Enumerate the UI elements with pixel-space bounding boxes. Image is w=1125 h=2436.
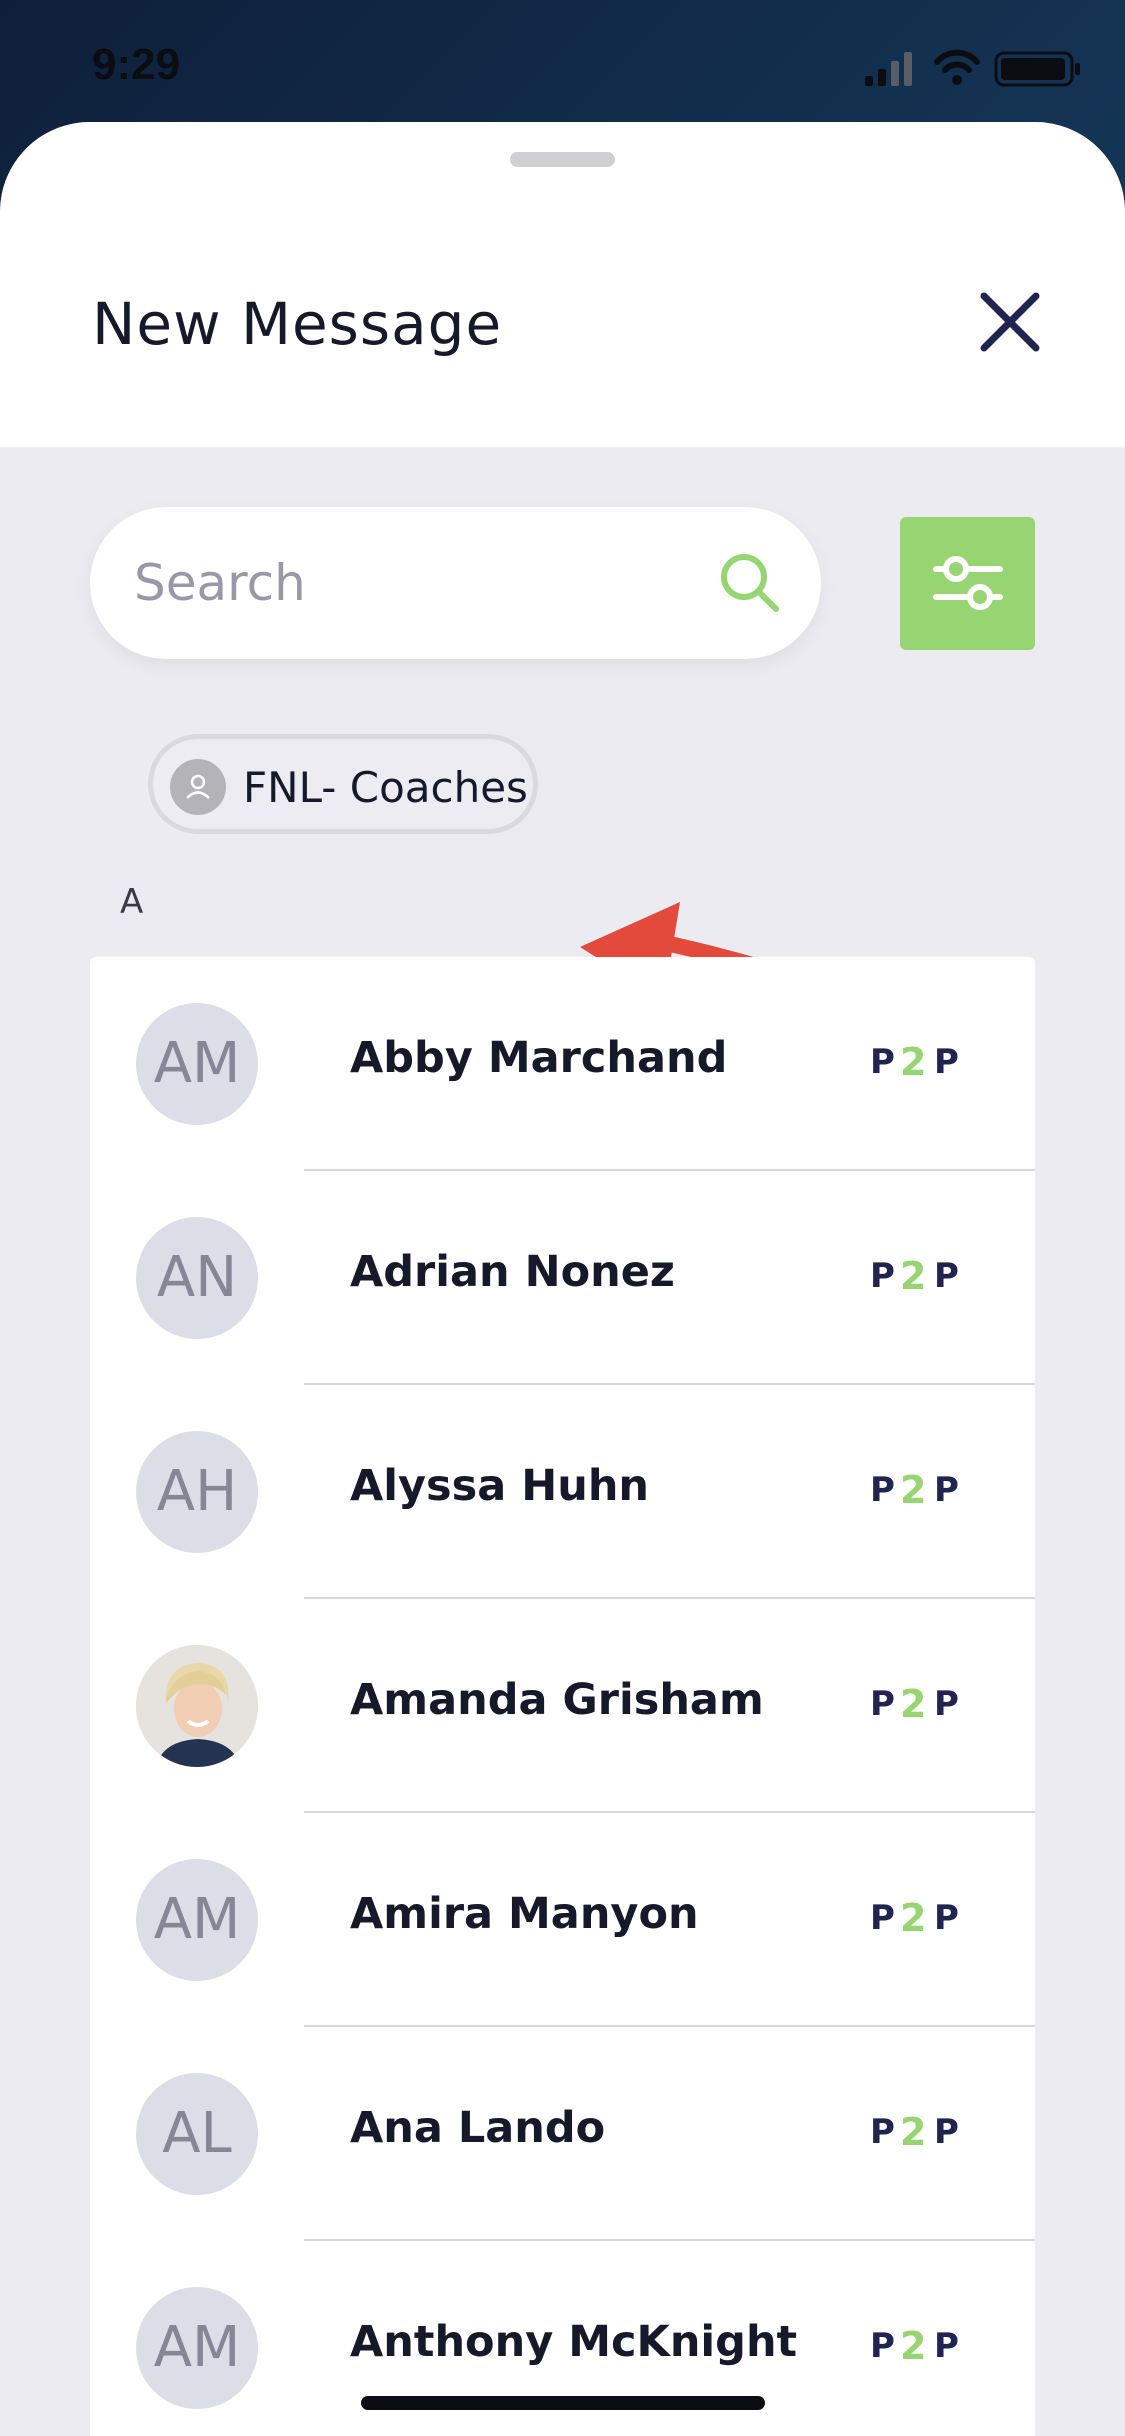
p2p-logo-icon: P 2 P: [870, 1040, 959, 1084]
search-input[interactable]: [134, 543, 694, 623]
home-indicator[interactable]: [361, 2396, 765, 2410]
contact-name: Anthony McKnight: [350, 2317, 798, 2367]
search-box[interactable]: [90, 507, 821, 659]
svg-text:P: P: [870, 1256, 895, 1296]
contact-name: Amanda Grisham: [350, 1675, 764, 1725]
svg-text:P: P: [934, 2112, 959, 2152]
battery-icon: [994, 51, 1080, 87]
list-item[interactable]: AM Amira Manyon P 2 P: [90, 1813, 1035, 2027]
p2p-logo-icon: P 2 P: [870, 2324, 959, 2368]
avatar: AM: [136, 2287, 258, 2409]
section-header-letter: A: [120, 882, 144, 922]
contact-list: AM Abby Marchand P 2 P AN Adrian Nonez P…: [90, 957, 1035, 2436]
list-item[interactable]: AL Ana Lando P 2 P: [90, 2027, 1035, 2241]
contact-name: Adrian Nonez: [350, 1247, 675, 1297]
contact-name: Alyssa Huhn: [350, 1461, 650, 1511]
svg-text:2: 2: [900, 2324, 926, 2368]
svg-text:P: P: [870, 2112, 895, 2152]
new-message-sheet: New Message Search FNL- Coaches A AM Abb…: [0, 122, 1125, 2436]
svg-text:P: P: [934, 1470, 959, 1510]
avatar: AL: [136, 2073, 258, 2195]
cellular-signal-icon: [865, 52, 912, 86]
svg-text:P: P: [934, 1898, 959, 1938]
svg-text:2: 2: [900, 1040, 926, 1084]
p2p-logo-icon: P 2 P: [870, 1254, 959, 1298]
status-icons: [865, 48, 1085, 88]
sheet-grabber[interactable]: [510, 152, 615, 167]
svg-text:2: 2: [900, 1896, 926, 1940]
person-icon: [170, 759, 226, 815]
profile-photo: [136, 1645, 258, 1767]
avatar: AM: [136, 1859, 258, 1981]
svg-text:P: P: [934, 1042, 959, 1082]
avatar-initials: AH: [156, 1459, 238, 1524]
p2p-logo-icon: P 2 P: [870, 1896, 959, 1940]
close-icon: [980, 292, 1040, 352]
filter-button[interactable]: [900, 517, 1035, 650]
avatar-initials: AL: [162, 2101, 232, 2166]
wifi-icon: [934, 49, 980, 85]
contact-name: Abby Marchand: [350, 1033, 728, 1083]
recipient-chip-label: FNL- Coaches: [243, 763, 528, 812]
search-icon[interactable]: [718, 551, 782, 615]
svg-text:P: P: [870, 1684, 895, 1724]
avatar-initials: AN: [156, 1245, 238, 1310]
close-button[interactable]: [974, 286, 1046, 358]
sheet-header: New Message: [0, 122, 1125, 447]
contact-name: Amira Manyon: [350, 1889, 699, 1939]
avatar: AM: [136, 1003, 258, 1125]
avatar-photo: [136, 1645, 258, 1767]
svg-text:P: P: [870, 1042, 895, 1082]
svg-text:2: 2: [900, 1468, 926, 1512]
status-time: 9:29: [92, 40, 181, 89]
svg-text:2: 2: [900, 2110, 926, 2154]
avatar-initials: AM: [153, 1031, 241, 1096]
list-item[interactable]: Amanda Grisham P 2 P: [90, 1599, 1035, 1813]
recipient-chip[interactable]: FNL- Coaches: [148, 734, 538, 834]
svg-text:P: P: [934, 1684, 959, 1724]
svg-text:P: P: [934, 1256, 959, 1296]
list-item[interactable]: AM Abby Marchand P 2 P: [90, 957, 1035, 1171]
p2p-logo-icon: P 2 P: [870, 1682, 959, 1726]
svg-text:P: P: [870, 2326, 895, 2366]
list-item[interactable]: AN Adrian Nonez P 2 P: [90, 1171, 1035, 1385]
svg-text:P: P: [870, 1470, 895, 1510]
contact-name: Ana Lando: [350, 2103, 606, 2153]
list-item[interactable]: AH Alyssa Huhn P 2 P: [90, 1385, 1035, 1599]
avatar: AN: [136, 1217, 258, 1339]
p2p-logo-icon: P 2 P: [870, 2110, 959, 2154]
svg-text:P: P: [870, 1898, 895, 1938]
status-bar: 9:29: [0, 0, 1125, 125]
svg-text:P: P: [934, 2326, 959, 2366]
avatar-initials: AM: [153, 2315, 241, 2380]
avatar-initials: AM: [153, 1887, 241, 1952]
svg-text:2: 2: [900, 1254, 926, 1298]
page-title: New Message: [92, 290, 503, 358]
p2p-logo-icon: P 2 P: [870, 1468, 959, 1512]
svg-text:2: 2: [900, 1682, 926, 1726]
sliders-icon: [933, 556, 1003, 610]
avatar: AH: [136, 1431, 258, 1553]
